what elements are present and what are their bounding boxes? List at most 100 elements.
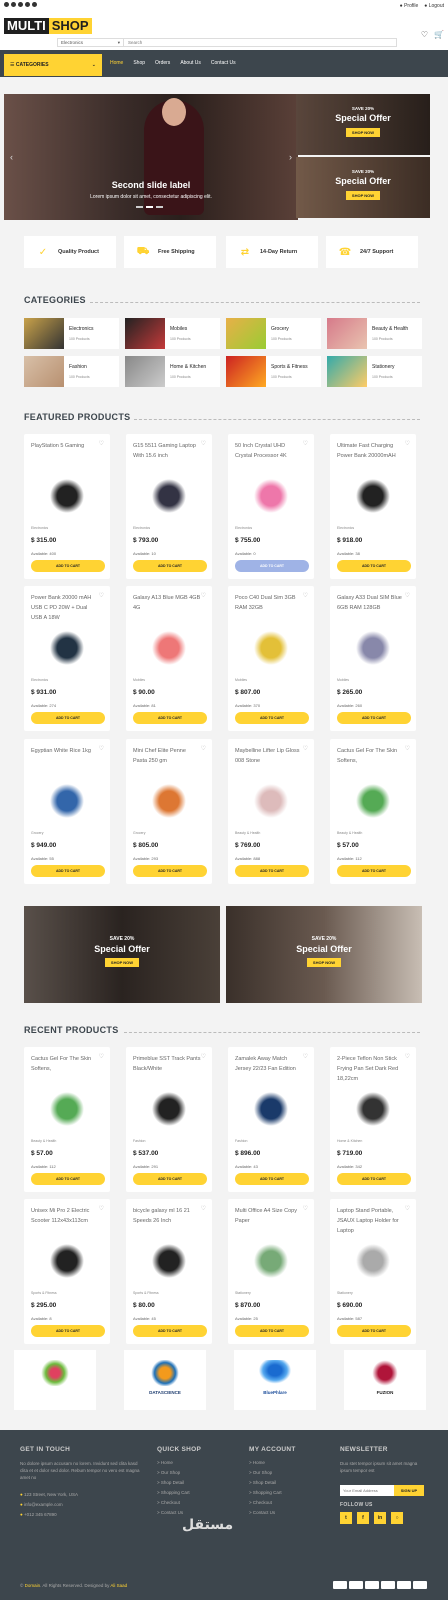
add-to-cart-button[interactable]: ADD TO CART <box>133 1173 207 1185</box>
add-to-cart-button[interactable]: ADD TO CART <box>235 1325 309 1337</box>
add-to-cart-button[interactable]: ADD TO CART <box>133 1325 207 1337</box>
heart-icon[interactable]: ♡ <box>405 745 410 752</box>
product-image[interactable] <box>47 781 87 821</box>
hero-carousel[interactable]: ‹ › Second slide label Lorem ipsum dolor… <box>4 94 298 220</box>
heart-icon[interactable]: ♡ <box>303 1205 308 1212</box>
category-card[interactable]: Fashion 100 Products <box>24 356 119 387</box>
shop-now-button[interactable]: SHOP NOW <box>345 128 381 137</box>
carousel-prev-icon[interactable]: ‹ <box>10 152 13 162</box>
product-card[interactable]: G15 5511 Gaming Laptop With 15.6 inch ♡ El… <box>126 434 212 579</box>
product-name[interactable]: Egyptian White Rice 1kg <box>31 746 99 776</box>
quick-link[interactable]: > Checkout <box>157 1498 180 1508</box>
search-input[interactable]: Search <box>124 39 396 46</box>
vendor-logo-1[interactable] <box>14 1350 96 1410</box>
product-image[interactable] <box>149 1089 189 1129</box>
product-name[interactable]: Multi Office A4 Size Copy Paper <box>235 1206 303 1236</box>
category-card[interactable]: Home & Kitchen 100 Products <box>125 356 220 387</box>
quick-link[interactable]: > Contact Us <box>157 1508 183 1518</box>
category-card[interactable]: Mobiles 100 Products <box>125 318 220 349</box>
add-to-cart-button[interactable]: ADD TO CART <box>235 1173 309 1185</box>
product-image[interactable] <box>149 781 189 821</box>
account-link[interactable]: > Checkout <box>249 1498 272 1508</box>
twitter-icon[interactable] <box>11 2 16 7</box>
product-name[interactable]: Ultimate Fast Charging Power Bank 20000m… <box>337 441 405 471</box>
heart-icon[interactable]: ♡ <box>99 1205 104 1212</box>
add-to-cart-button[interactable]: ADD TO CART <box>337 865 411 877</box>
add-to-cart-button[interactable]: ADD TO CART <box>31 865 105 877</box>
product-card[interactable]: Mini Chef Elite Penne Pasta 250 gm ♡ Groce… <box>126 739 212 884</box>
product-name[interactable]: Galaxy A33 Dual SIM Blue 6GB RAM 128GB <box>337 593 405 623</box>
product-image[interactable] <box>251 1241 291 1281</box>
indicator[interactable] <box>146 206 153 208</box>
cart-icon[interactable]: 🛒 <box>434 30 444 39</box>
heart-icon[interactable]: ♡ <box>99 1053 104 1060</box>
product-card[interactable]: Poco C40 Dual Sim 3GB RAM 32GB ♡ Mobiles $ … <box>228 586 314 731</box>
nav-home[interactable]: Home <box>110 60 123 66</box>
heart-icon[interactable]: ♡ <box>201 592 206 599</box>
category-card[interactable]: Stationery 100 Products <box>327 356 422 387</box>
product-name[interactable]: Cactus Gel For The Skin Softens, <box>31 1054 99 1084</box>
profile-link[interactable]: ● Profile <box>400 3 419 9</box>
facebook-icon[interactable]: f <box>357 1512 369 1524</box>
product-image[interactable] <box>353 1241 393 1281</box>
quick-link[interactable]: > Shopping Cart <box>157 1488 190 1498</box>
product-image[interactable] <box>353 476 393 516</box>
vendor-logo-4[interactable]: FUZION <box>344 1350 426 1410</box>
heart-icon[interactable]: ♡ <box>99 745 104 752</box>
heart-icon[interactable]: ♡ <box>99 440 104 447</box>
nav-contact[interactable]: Contact Us <box>211 60 236 66</box>
instagram-icon[interactable] <box>18 2 23 7</box>
vendor-logo-2[interactable]: DATASCIENCE <box>124 1350 206 1410</box>
category-card[interactable]: Beauty & Health 100 Products <box>327 318 422 349</box>
product-image[interactable] <box>353 781 393 821</box>
linkedin-icon[interactable] <box>25 2 30 7</box>
logo[interactable]: MULTI SHOP <box>4 18 92 34</box>
category-card[interactable]: Grocery 100 Products <box>226 318 321 349</box>
heart-icon[interactable]: ♡ <box>405 1053 410 1060</box>
nav-shop[interactable]: Shop <box>133 60 145 66</box>
product-card[interactable]: Cactus Gel For The Skin Softens, ♡ Beauty … <box>24 1047 110 1192</box>
product-card[interactable]: 2-Piece Teflon Non Stick Frying Pan Set … <box>330 1047 416 1192</box>
product-card[interactable]: PlayStation 5 Gaming ♡ Electronics $ 315.00… <box>24 434 110 579</box>
product-card[interactable]: Zamalek Away Match Jersey 22/23 Fan Edit… <box>228 1047 314 1192</box>
product-name[interactable]: 2-Piece Teflon Non Stick Frying Pan Set … <box>337 1054 405 1084</box>
linkedin-icon[interactable]: in <box>374 1512 386 1524</box>
product-card[interactable]: Cactus Gel For The Skin Softens, ♡ Beauty … <box>330 739 416 884</box>
categories-dropdown-button[interactable]: ☰ CATEGORIES ⌄ <box>4 54 102 76</box>
heart-icon[interactable]: ♡ <box>201 745 206 752</box>
product-image[interactable] <box>251 628 291 668</box>
account-link[interactable]: > Contact Us <box>249 1508 275 1518</box>
product-name[interactable]: Primeblue SST Track Pants Black/White <box>133 1054 201 1084</box>
product-image[interactable] <box>251 476 291 516</box>
add-to-cart-button[interactable]: ADD TO CART <box>31 1325 105 1337</box>
product-image[interactable] <box>47 476 87 516</box>
product-card[interactable]: Primeblue SST Track Pants Black/White ♡ Fa… <box>126 1047 212 1192</box>
product-image[interactable] <box>149 1241 189 1281</box>
heart-icon[interactable]: ♡ <box>421 30 428 39</box>
product-name[interactable]: Poco C40 Dual Sim 3GB RAM 32GB <box>235 593 303 623</box>
nav-about[interactable]: About Us <box>180 60 201 66</box>
product-name[interactable]: Power Bank 20000 mAH USB C PD 20W + Dual… <box>31 593 99 623</box>
product-image[interactable] <box>251 1089 291 1129</box>
add-to-cart-button[interactable]: ADD TO CART <box>337 560 411 572</box>
add-to-cart-button[interactable]: ADD TO CART <box>133 560 207 572</box>
add-to-cart-button[interactable]: ADD TO CART <box>235 560 309 572</box>
product-card[interactable]: 50 Inch Crystal UHD Crystal Processor 4K… <box>228 434 314 579</box>
logout-link[interactable]: ● Logout <box>424 3 444 9</box>
heart-icon[interactable]: ♡ <box>201 440 206 447</box>
product-image[interactable] <box>353 628 393 668</box>
product-name[interactable]: PlayStation 5 Gaming <box>31 441 99 471</box>
indicator[interactable] <box>156 206 163 208</box>
heart-icon[interactable]: ♡ <box>201 1053 206 1060</box>
product-image[interactable] <box>47 1089 87 1129</box>
quick-link[interactable]: > Home <box>157 1458 173 1468</box>
shop-now-button[interactable]: SHOP NOW <box>306 958 342 967</box>
product-image[interactable] <box>149 476 189 516</box>
category-card[interactable]: Electronics 100 Products <box>24 318 119 349</box>
shop-now-button[interactable]: SHOP NOW <box>345 191 381 200</box>
add-to-cart-button[interactable]: ADD TO CART <box>235 865 309 877</box>
shop-now-button[interactable]: SHOP NOW <box>104 958 140 967</box>
product-name[interactable]: 50 Inch Crystal UHD Crystal Processor 4K <box>235 441 303 471</box>
heart-icon[interactable]: ♡ <box>303 592 308 599</box>
heart-icon[interactable]: ♡ <box>201 1205 206 1212</box>
